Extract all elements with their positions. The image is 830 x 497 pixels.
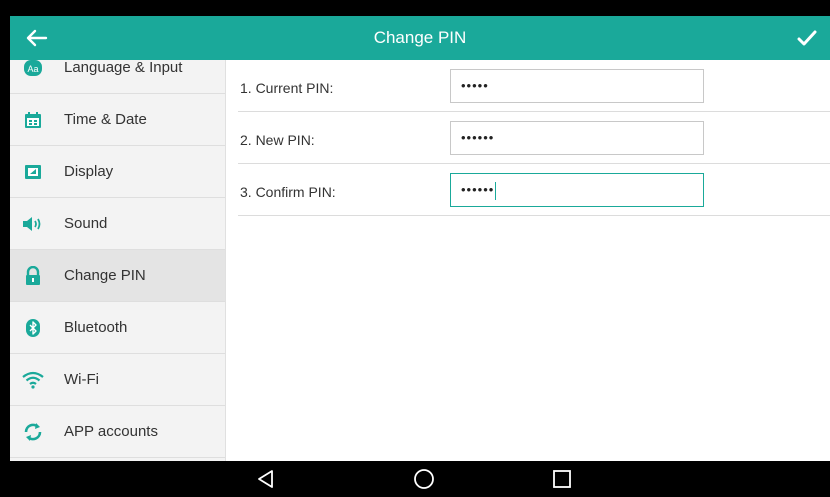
system-nav-bar — [10, 461, 830, 497]
sidebar-item-label: Display — [64, 163, 114, 180]
sidebar-item-app-accounts[interactable]: APP accounts — [10, 406, 225, 458]
sidebar-item-label: Time & Date — [64, 111, 147, 128]
svg-text:Aa: Aa — [27, 64, 38, 74]
back-triangle-icon — [258, 470, 273, 488]
confirm-pin-row: 3. Confirm PIN: •••••• — [238, 164, 830, 216]
sidebar-item-label: Change PIN — [64, 267, 146, 284]
new-pin-value: •••••• — [461, 130, 495, 145]
nav-recents-button[interactable] — [546, 465, 578, 493]
speaker-icon — [22, 213, 44, 235]
new-pin-row: 2. New PIN: •••••• — [238, 112, 830, 164]
calendar-icon — [22, 109, 44, 131]
sidebar-item-time-date[interactable]: Time & Date — [10, 94, 225, 146]
new-pin-label: 2. New PIN: — [240, 132, 315, 148]
current-pin-label: 1. Current PIN: — [240, 80, 334, 96]
recents-square-icon — [553, 470, 571, 488]
nav-home-button[interactable] — [408, 465, 440, 493]
sidebar-item-wifi[interactable]: Wi-Fi — [10, 354, 225, 406]
change-pin-form: 1. Current PIN: ••••• 2. New PIN: ••••••… — [226, 60, 830, 461]
sidebar-item-label: Wi-Fi — [64, 371, 99, 388]
display-icon — [22, 161, 44, 183]
current-pin-value: ••••• — [461, 78, 489, 93]
sidebar-item-sound[interactable]: Sound — [10, 198, 225, 250]
phone-screen: Change PIN Aa Language & Input Time & Da… — [10, 16, 830, 497]
current-pin-row: 1. Current PIN: ••••• — [238, 60, 830, 112]
sidebar-item-change-pin[interactable]: Change PIN — [10, 250, 225, 302]
sidebar-item-bluetooth[interactable]: Bluetooth — [10, 302, 225, 354]
wifi-icon — [22, 369, 44, 391]
sidebar-item-label: Sound — [64, 215, 108, 232]
checkmark-icon — [797, 30, 817, 46]
new-pin-field[interactable]: •••••• — [450, 121, 704, 155]
confirm-pin-field[interactable]: •••••• — [450, 173, 704, 207]
text-caret — [495, 181, 497, 200]
title-bar: Change PIN — [10, 16, 830, 60]
sidebar-item-label: Bluetooth — [64, 319, 128, 336]
bluetooth-icon — [22, 317, 44, 339]
sidebar-item-label: Language & Input — [64, 60, 183, 76]
sidebar-item-display[interactable]: Display — [10, 146, 225, 198]
confirm-pin-label: 3. Confirm PIN: — [240, 184, 336, 200]
sidebar-item-label: APP accounts — [64, 423, 158, 440]
confirm-button[interactable] — [790, 24, 824, 52]
settings-sidebar: Aa Language & Input Time & Date Display … — [10, 60, 226, 461]
sidebar-item-language-input[interactable]: Aa Language & Input — [10, 60, 225, 94]
nav-back-button[interactable] — [250, 465, 282, 493]
current-pin-field[interactable]: ••••• — [450, 69, 704, 103]
language-icon: Aa — [22, 60, 44, 79]
home-circle-icon — [414, 469, 434, 489]
lock-icon — [22, 265, 44, 287]
sync-icon — [22, 421, 44, 443]
confirm-pin-value: •••••• — [461, 182, 495, 197]
page-title: Change PIN — [373, 28, 467, 47]
